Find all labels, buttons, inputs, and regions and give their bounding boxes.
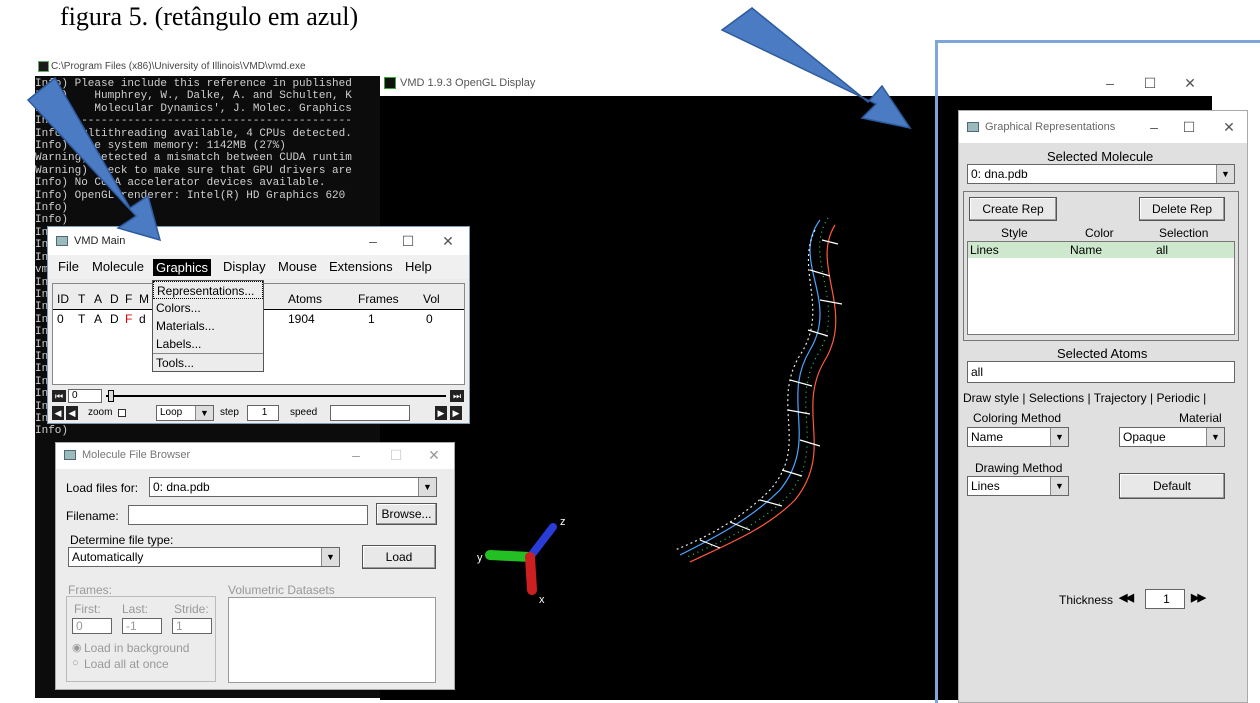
arrow-to-graph-reps xyxy=(720,7,912,130)
annotation-arrows xyxy=(26,7,912,242)
arrow-to-graphics-menu xyxy=(26,76,162,242)
